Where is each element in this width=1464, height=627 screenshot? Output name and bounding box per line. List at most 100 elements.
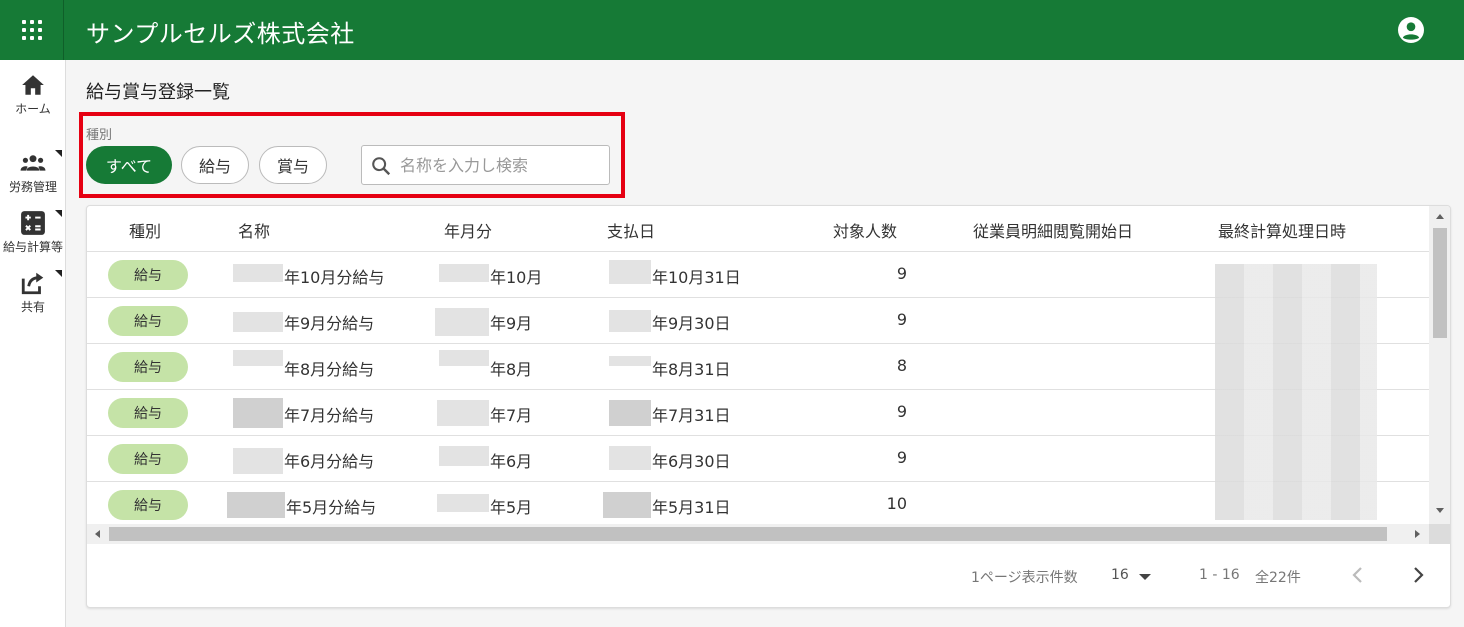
search-input[interactable] (400, 150, 605, 180)
sidebar-item-label: 共有 (20, 300, 45, 314)
type-badge: 給与 (108, 398, 188, 428)
share-icon (21, 272, 44, 295)
name-cell: 年8月分給与 (284, 360, 375, 379)
pay-date-cell: 年5月31日 (652, 498, 731, 517)
horizontal-scrollbar[interactable] (87, 524, 1429, 544)
redacted-block (603, 492, 651, 518)
redacted-block (233, 448, 283, 474)
type-badge: 給与 (108, 490, 188, 520)
next-page-button[interactable] (1403, 560, 1433, 590)
redacted-block (233, 264, 283, 282)
vertical-scroll-thumb[interactable] (1433, 228, 1447, 338)
redacted-block (439, 350, 489, 366)
filter-label: 種別 (86, 128, 113, 143)
count-cell: 9 (896, 402, 907, 421)
column-header-count[interactable]: 対象人数 (833, 218, 897, 242)
name-cell: 年10月分給与 (284, 268, 385, 287)
redacted-block (233, 350, 283, 366)
sidebar: ホーム 労務管理 給与計算等 共有 (0, 60, 66, 627)
column-header-period[interactable]: 年月分 (444, 218, 492, 242)
redacted-block (435, 308, 489, 336)
top-app-bar: サンプルセルズ株式会社 (0, 0, 1464, 60)
name-cell: 年6月分給与 (284, 452, 375, 471)
expand-caret-icon (55, 150, 62, 157)
redacted-block (609, 310, 651, 332)
calculator-icon (21, 211, 45, 235)
total-count: 全22件 (1255, 570, 1301, 586)
redacted-block (233, 398, 283, 428)
filter-chip-all[interactable]: すべて (86, 146, 172, 184)
expand-caret-icon (55, 210, 62, 217)
redacted-block (439, 446, 489, 466)
redacted-block (609, 260, 651, 284)
pay-date-cell: 年8月31日 (652, 360, 731, 379)
pay-date-cell: 年9月30日 (652, 314, 731, 333)
page-range: 1 - 16 (1199, 567, 1240, 583)
scroll-up-icon[interactable] (1436, 214, 1444, 219)
pay-date-cell: 年7月31日 (652, 406, 731, 425)
sidebar-item-label: 給与計算等 (2, 240, 63, 254)
prev-page-button[interactable] (1343, 560, 1373, 590)
sidebar-item-home[interactable]: ホーム (0, 72, 66, 128)
name-cell: 年7月分給与 (284, 406, 375, 425)
table-header: 種別 名称 年月分 支払日 対象人数 従業員明細閲覧開始日 最終計算処理日時 (87, 206, 1429, 252)
period-cell: 年9月 (490, 314, 533, 333)
redacted-block (437, 494, 489, 512)
vertical-scrollbar[interactable] (1429, 206, 1450, 524)
column-header-last-calc[interactable]: 最終計算処理日時 (1218, 218, 1346, 242)
apps-grid-button[interactable] (0, 0, 64, 60)
scroll-corner (1429, 524, 1450, 544)
type-badge: 給与 (108, 352, 188, 382)
sidebar-item-labor[interactable]: 労務管理 (0, 150, 66, 206)
pay-date-cell: 年10月31日 (652, 268, 741, 287)
sidebar-item-payroll[interactable]: 給与計算等 (0, 210, 66, 266)
redacted-block (609, 356, 651, 366)
redacted-block (439, 264, 489, 282)
column-header-name[interactable]: 名称 (238, 218, 270, 242)
search-icon (372, 157, 391, 176)
chevron-left-icon (1352, 567, 1362, 583)
name-cell: 年9月分給与 (284, 314, 375, 333)
expand-caret-icon (55, 270, 62, 277)
home-icon (22, 75, 44, 95)
redacted-block (609, 446, 651, 470)
rows-per-page-select[interactable]: 16 (1109, 564, 1159, 588)
rows-per-page-value: 16 (1111, 567, 1129, 583)
redacted-block (437, 400, 489, 426)
search-box (361, 145, 610, 185)
count-cell: 9 (896, 310, 907, 329)
count-cell: 9 (896, 264, 907, 283)
redacted-block (609, 400, 651, 426)
scroll-down-icon[interactable] (1436, 508, 1444, 513)
page-title: 給与賞与登録一覧 (86, 82, 230, 103)
horizontal-scroll-thumb[interactable] (109, 527, 1387, 541)
table-card: 種別 名称 年月分 支払日 対象人数 従業員明細閲覧開始日 最終計算処理日時 給… (86, 205, 1451, 608)
count-cell: 8 (896, 356, 907, 375)
account-circle-icon[interactable] (1398, 17, 1424, 43)
column-header-view-start[interactable]: 従業員明細閲覧開始日 (973, 218, 1133, 242)
rows-per-page-label: 1ページ表示件数 (971, 570, 1078, 586)
apps-grid-icon (21, 20, 42, 40)
period-cell: 年6月 (490, 452, 533, 471)
scroll-right-icon[interactable] (1415, 530, 1420, 538)
scroll-left-icon[interactable] (95, 530, 100, 538)
type-badge: 給与 (108, 306, 188, 336)
filter-chip-salary[interactable]: 給与 (181, 146, 249, 184)
filter-chip-bonus[interactable]: 賞与 (259, 146, 327, 184)
chevron-right-icon (1414, 567, 1424, 583)
type-badge: 給与 (108, 260, 188, 290)
column-header-pay-date[interactable]: 支払日 (607, 218, 655, 242)
pay-date-cell: 年6月30日 (652, 452, 731, 471)
name-cell: 年5月分給与 (286, 498, 377, 517)
count-cell: 10 (886, 494, 907, 513)
app-title: サンプルセルズ株式会社 (86, 20, 355, 48)
people-icon (20, 155, 46, 171)
dropdown-arrow-icon (1139, 574, 1151, 580)
column-header-type[interactable]: 種別 (129, 218, 161, 242)
type-badge: 給与 (108, 444, 188, 474)
sidebar-item-share[interactable]: 共有 (0, 270, 66, 326)
period-cell: 年8月 (490, 360, 533, 379)
count-cell: 9 (896, 448, 907, 467)
redacted-block (233, 312, 283, 332)
period-cell: 年7月 (490, 406, 533, 425)
